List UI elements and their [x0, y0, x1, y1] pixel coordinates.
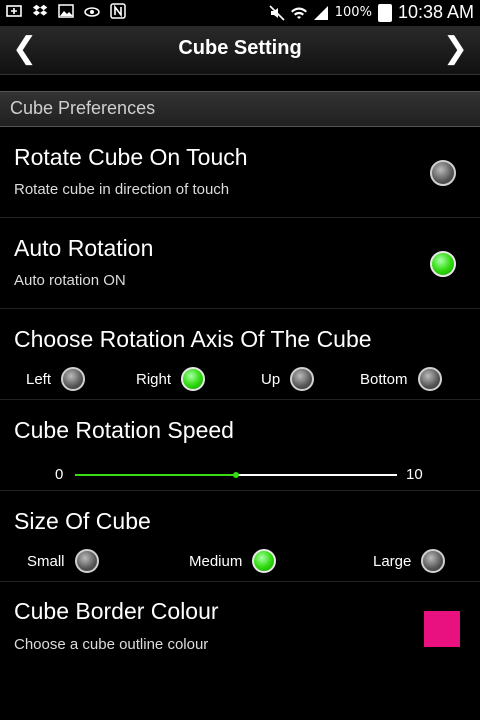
axis-option-bottom-radio[interactable] [417, 367, 442, 391]
colour-swatch[interactable] [424, 611, 460, 647]
size-option-medium[interactable]: Medium [189, 549, 277, 573]
status-bar-left [6, 3, 126, 19]
axis-option-up-radio[interactable] [290, 367, 315, 391]
axis-option-left-label: Left [26, 370, 52, 388]
size-option-large[interactable]: Large [373, 549, 446, 573]
wifi-icon [290, 7, 307, 19]
dropbox-icon [32, 4, 48, 16]
auto-rotation-subtitle: Auto rotation ON [14, 272, 126, 289]
next-button[interactable]: ❯ [443, 32, 468, 66]
nfc-icon [110, 3, 126, 19]
axis-option-bottom[interactable]: Bottom [360, 367, 442, 391]
signal-icon [313, 5, 328, 20]
rotation-axis-row: Choose Rotation Axis Of The Cube Left Ri… [0, 309, 480, 400]
slider-min-label: 0 [55, 466, 64, 483]
size-option-small-radio[interactable] [74, 549, 99, 573]
rotate-on-touch-toggle[interactable] [430, 160, 456, 186]
slider-thumb[interactable] [233, 472, 239, 478]
slider-max-label: 10 [406, 466, 423, 483]
axis-option-right[interactable]: Right [136, 367, 206, 391]
status-bar-right: 100% 10:38 AM [269, 2, 474, 23]
image-icon [58, 4, 74, 18]
axis-option-left-radio[interactable] [61, 367, 86, 391]
rotation-speed-row: Cube Rotation Speed 0 10 [0, 400, 480, 491]
action-bar: ❮ Cube Setting ❯ [0, 26, 480, 75]
size-option-small-label: Small [27, 552, 65, 570]
battery-icon [377, 3, 392, 22]
rotation-axis-title: Choose Rotation Axis Of The Cube [14, 326, 372, 352]
auto-rotation-title: Auto Rotation [14, 235, 154, 261]
rotate-on-touch-title: Rotate Cube On Touch [14, 144, 248, 170]
eye-icon [84, 7, 100, 17]
size-option-medium-label: Medium [189, 552, 243, 570]
auto-rotation-toggle[interactable] [430, 251, 456, 277]
axis-option-up[interactable]: Up [261, 367, 315, 391]
size-option-large-label: Large [373, 552, 412, 570]
border-colour-row[interactable]: Cube Border Colour Choose a cube outline… [0, 582, 480, 672]
battery-percent: 100% [334, 5, 372, 20]
axis-option-up-label: Up [261, 370, 281, 388]
rotation-speed-slider[interactable] [75, 472, 397, 478]
border-colour-title: Cube Border Colour [14, 598, 219, 624]
section-header: Cube Preferences [0, 91, 480, 127]
axis-option-bottom-label: Bottom [360, 370, 408, 388]
axis-option-left[interactable]: Left [26, 367, 86, 391]
size-option-large-radio[interactable] [421, 549, 446, 573]
size-option-small[interactable]: Small [27, 549, 99, 573]
status-bar: 100% 10:38 AM [0, 0, 480, 26]
rotate-on-touch-row[interactable]: Rotate Cube On Touch Rotate cube in dire… [0, 127, 480, 218]
add-icon [6, 5, 22, 17]
clock: 10:38 AM [397, 2, 474, 22]
border-colour-subtitle: Choose a cube outline colour [14, 636, 209, 653]
auto-rotation-row[interactable]: Auto Rotation Auto rotation ON [0, 218, 480, 309]
axis-option-right-label: Right [136, 370, 172, 388]
section-header-label: Cube Preferences [10, 98, 156, 118]
mute-icon [269, 4, 285, 21]
size-option-medium-radio[interactable] [252, 549, 277, 573]
axis-option-right-radio[interactable] [181, 367, 206, 391]
rotation-speed-title: Cube Rotation Speed [14, 417, 234, 443]
cube-size-row: Size Of Cube Small Medium Large [0, 491, 480, 582]
page-title: Cube Setting [178, 37, 302, 59]
cube-size-title: Size Of Cube [14, 508, 151, 534]
slider-fill [75, 474, 236, 476]
rotate-on-touch-subtitle: Rotate cube in direction of touch [14, 181, 230, 198]
